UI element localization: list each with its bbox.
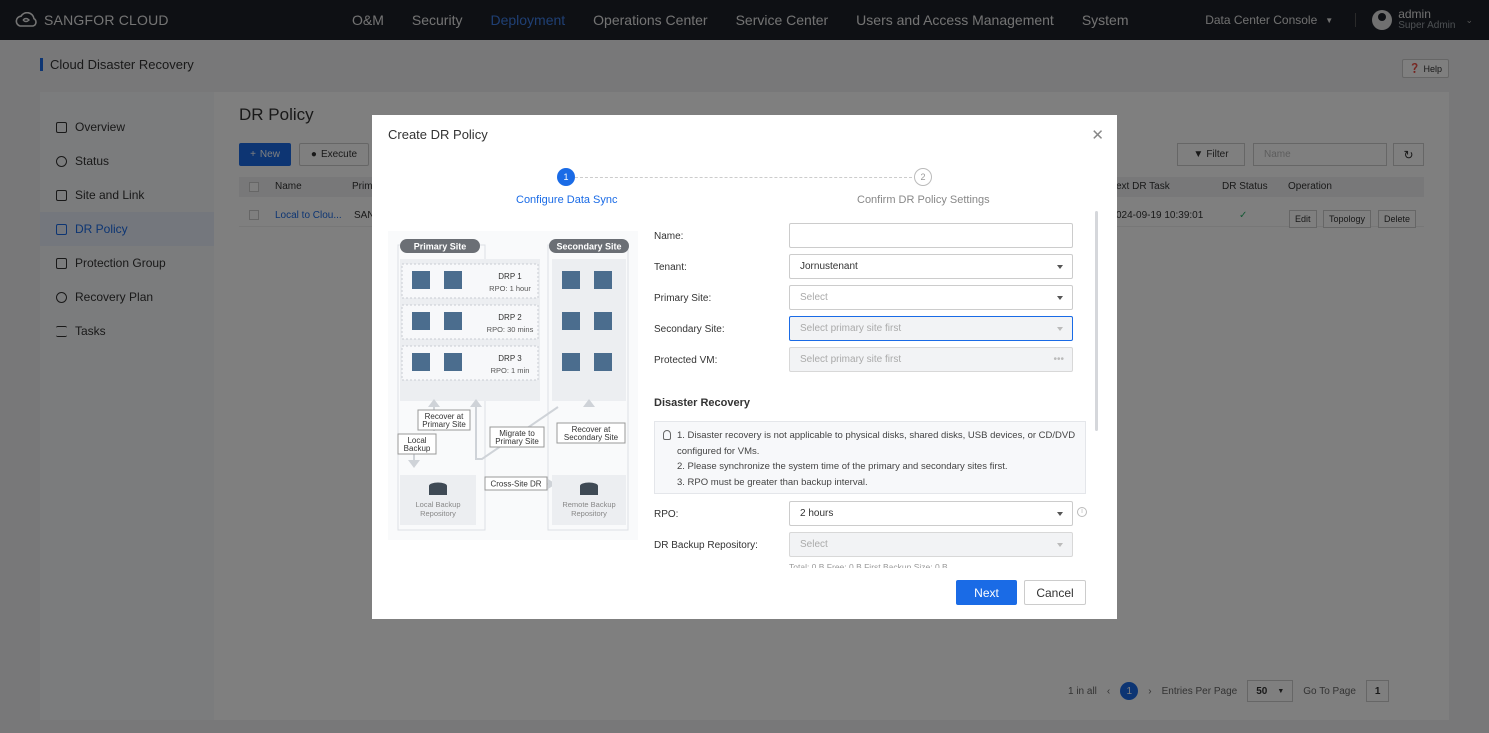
primary-site-label: Primary Site (414, 242, 467, 252)
recover-secondary-line2: Secondary Site (564, 433, 619, 442)
drp-3-name: DRP 3 (498, 354, 522, 363)
info-icon[interactable]: i (1077, 507, 1087, 517)
dr-notice-box: 1. Disaster recovery is not applicable t… (654, 421, 1086, 494)
chevron-down-icon (1057, 327, 1063, 331)
create-dr-policy-dialog: Create DR Policy ✕ 1 2 Configure Data Sy… (372, 115, 1117, 619)
protected-vm-label: Protected VM: (654, 355, 718, 366)
dialog-title: Create DR Policy (388, 127, 488, 142)
tenant-value: Jornustenant (800, 261, 858, 272)
remote-repo-line1: Remote Backup (562, 500, 615, 509)
primary-site-label: Primary Site: (654, 293, 712, 304)
step-2-indicator: 2 (914, 168, 932, 186)
close-icon[interactable]: ✕ (1091, 126, 1104, 144)
rpo-select[interactable]: 2 hours (789, 501, 1073, 526)
tenant-select[interactable]: Jornustenant (789, 254, 1073, 279)
local-backup-line2: Backup (404, 444, 431, 453)
name-label: Name: (654, 231, 684, 242)
secondary-site-label: Secondary Site (556, 242, 621, 252)
drp-2-name: DRP 2 (498, 313, 522, 322)
rpo-value: 2 hours (800, 508, 834, 519)
drp-2-rpo: RPO: 30 mins (487, 325, 534, 334)
step-2-label: Confirm DR Policy Settings (857, 194, 990, 206)
dr-diagram-svg: Primary Site Secondary Site DRP 1 RPO: 1… (397, 239, 629, 531)
rpo-label: RPO: (654, 509, 679, 520)
remote-repo-line2: Repository (571, 509, 607, 518)
chevron-down-icon (1057, 543, 1063, 547)
chevron-down-icon (1057, 512, 1063, 516)
drp-1-name: DRP 1 (498, 272, 522, 281)
scrollbar[interactable] (1095, 211, 1098, 431)
drp-row-2: DRP 2 RPO: 30 mins (401, 304, 539, 340)
cross-site-dr-label: Cross-Site DR (490, 480, 541, 489)
cancel-button[interactable]: Cancel (1024, 580, 1086, 605)
name-field[interactable] (789, 223, 1073, 248)
step-connector (575, 177, 912, 178)
repository-placeholder: Select (800, 539, 828, 550)
notice-line: 2. Please synchronize the system time of… (677, 461, 1008, 472)
chevron-down-icon (1057, 296, 1063, 300)
local-repo-line2: Repository (420, 509, 456, 518)
chevron-down-icon (1057, 265, 1063, 269)
disaster-recovery-heading: Disaster Recovery (654, 397, 751, 409)
migrate-primary-line2: Primary Site (495, 437, 539, 446)
tenant-label: Tenant: (654, 262, 687, 273)
drp-3-rpo: RPO: 1 min (491, 366, 530, 375)
step-1-label: Configure Data Sync (516, 194, 618, 206)
local-repo-line1: Local Backup (415, 500, 460, 509)
primary-site-placeholder: Select (800, 292, 828, 303)
protected-vm-select[interactable]: Select primary site first ••• (789, 347, 1073, 372)
secondary-site-select[interactable]: Select primary site first (789, 316, 1073, 341)
recover-primary-line2: Primary Site (422, 420, 466, 429)
next-button[interactable]: Next (956, 580, 1017, 605)
dr-topology-diagram: Primary Site Secondary Site DRP 1 RPO: 1… (388, 231, 638, 540)
more-icon: ••• (1053, 354, 1064, 365)
step-1-indicator: 1 (557, 168, 575, 186)
secondary-site-placeholder: Select primary site first (800, 323, 902, 334)
primary-site-select[interactable]: Select (789, 285, 1073, 310)
protected-vm-placeholder: Select primary site first (800, 354, 902, 365)
lightbulb-icon (663, 430, 671, 440)
drp-1-rpo: RPO: 1 hour (489, 284, 531, 293)
secondary-site-label: Secondary Site: (654, 324, 725, 335)
notice-line: 3. RPO must be greater than backup inter… (677, 476, 868, 488)
notice-line: configured for VMs. (677, 445, 760, 457)
dr-backup-repository-select[interactable]: Select (789, 532, 1073, 557)
repository-capacity-info: Total: 0 B Free: 0 B First Backup Size: … (789, 562, 948, 568)
drp-row-1: DRP 1 RPO: 1 hour (401, 263, 539, 299)
notice-line: 1. Disaster recovery is not applicable t… (677, 430, 1076, 441)
dr-backup-repository-label: DR Backup Repository: (654, 540, 758, 551)
drp-row-3: DRP 3 RPO: 1 min (401, 345, 539, 381)
